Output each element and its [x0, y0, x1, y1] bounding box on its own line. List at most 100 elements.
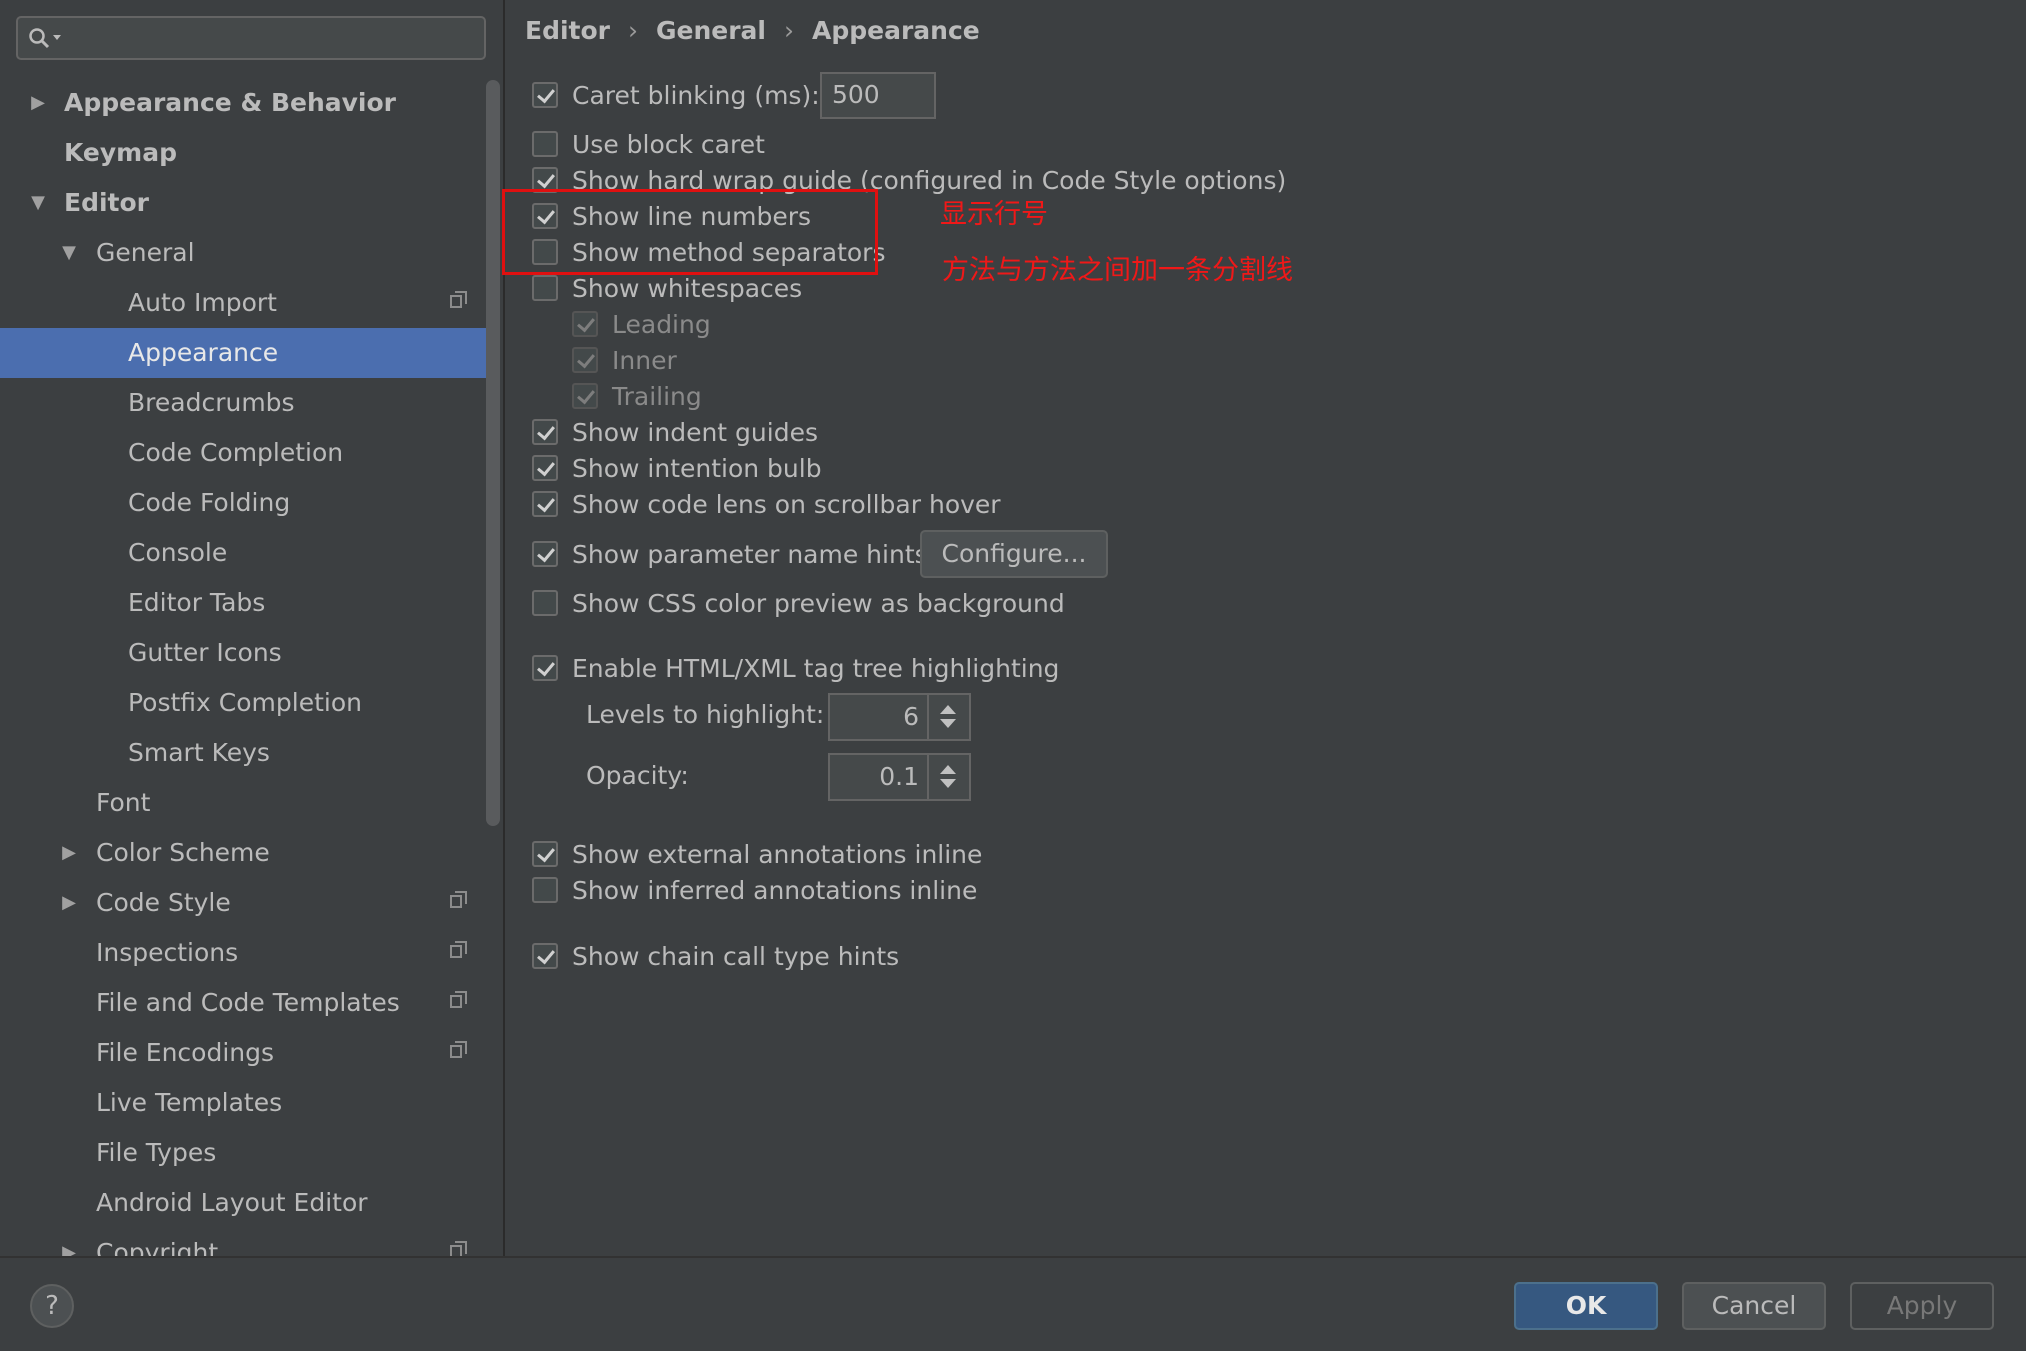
apply-button[interactable]: Apply	[1850, 1282, 1994, 1330]
tree-item-appearance[interactable]: Appearance	[0, 328, 486, 378]
levels-label: Levels to highlight:	[586, 700, 825, 729]
tree-item-label: Breadcrumbs	[128, 388, 295, 417]
collapse-arrow-icon[interactable]: ▼	[59, 228, 79, 278]
tree-item-android-layout-editor[interactable]: Android Layout Editor	[0, 1178, 486, 1228]
configure-button[interactable]: Configure...	[920, 530, 1108, 578]
tree-item-postfix-completion[interactable]: Postfix Completion	[0, 678, 486, 728]
breadcrumb-separator-icon: ›	[628, 16, 638, 45]
option-label: Show inferred annotations inline	[572, 876, 978, 905]
spinner-up-icon[interactable]	[940, 705, 956, 714]
expand-arrow-icon[interactable]: ▶	[59, 1228, 79, 1256]
spinner-down-icon[interactable]	[940, 779, 956, 788]
tree-item-general[interactable]: ▼ General	[0, 228, 486, 278]
tree-item-code-completion[interactable]: Code Completion	[0, 428, 486, 478]
tree-item-copyright[interactable]: ▶ Copyright	[0, 1228, 486, 1256]
checkbox[interactable]	[532, 275, 558, 301]
tree-item-label: Inspections	[96, 938, 239, 967]
tree-item-color-scheme[interactable]: ▶ Color Scheme	[0, 828, 486, 878]
option-label: Leading	[612, 310, 711, 339]
tree-item-font[interactable]: Font	[0, 778, 486, 828]
tree-item-code-style[interactable]: ▶ Code Style	[0, 878, 486, 928]
tree-item-file-code-templates[interactable]: File and Code Templates	[0, 978, 486, 1028]
spinner-up-icon[interactable]	[940, 765, 956, 774]
highlight-box	[502, 189, 878, 275]
checkbox[interactable]	[532, 590, 558, 616]
tree-item-label: General	[96, 238, 195, 267]
tree-item-label: Console	[128, 538, 228, 567]
checkbox[interactable]	[532, 491, 558, 517]
checkbox[interactable]	[532, 82, 558, 108]
checkbox[interactable]	[532, 419, 558, 445]
tree-item-live-templates[interactable]: Live Templates	[0, 1078, 486, 1128]
tree-item-appearance-behavior[interactable]: ▶ Appearance & Behavior	[0, 78, 486, 128]
tree-item-file-encodings[interactable]: File Encodings	[0, 1028, 486, 1078]
checkbox[interactable]	[532, 877, 558, 903]
expand-arrow-icon[interactable]: ▶	[59, 828, 79, 878]
caret-blinking-input[interactable]: 500	[820, 72, 936, 119]
tree-item-inspections[interactable]: Inspections	[0, 928, 486, 978]
checkbox[interactable]	[532, 841, 558, 867]
tree-item-label: Code Folding	[128, 488, 291, 517]
dialog-footer: ? OK Cancel Apply	[0, 1256, 2026, 1351]
tree-item-editor-tabs[interactable]: Editor Tabs	[0, 578, 486, 628]
checkbox[interactable]	[532, 655, 558, 681]
option-label: Trailing	[612, 382, 702, 411]
expand-arrow-icon[interactable]: ▶	[28, 78, 48, 128]
option-label: Show indent guides	[572, 418, 818, 447]
option-label: Show chain call type hints	[572, 942, 900, 971]
checkbox[interactable]	[572, 311, 598, 337]
tree-item-label: File Encodings	[96, 1038, 275, 1067]
opacity-label: Opacity:	[586, 761, 689, 790]
tree-item-editor[interactable]: ▼ Editor	[0, 178, 486, 228]
tree-item-label: Auto Import	[128, 288, 277, 317]
tree-item-file-types[interactable]: File Types	[0, 1128, 486, 1178]
spinner-down-icon[interactable]	[940, 719, 956, 728]
settings-tree: ▶ Appearance & Behavior Keymap ▼ Editor …	[0, 78, 486, 1256]
spinner-value: 0.1	[879, 762, 919, 791]
option-label: Show intention bulb	[572, 454, 822, 483]
annotation-line-numbers: 显示行号	[940, 199, 1048, 230]
expand-arrow-icon[interactable]: ▶	[59, 878, 79, 928]
ok-button[interactable]: OK	[1514, 1282, 1658, 1330]
tree-item-label: Editor	[64, 188, 149, 217]
tree-item-label: File Types	[96, 1138, 217, 1167]
cancel-button[interactable]: Cancel	[1682, 1282, 1826, 1330]
collapse-arrow-icon[interactable]: ▼	[28, 178, 48, 228]
tree-item-breadcrumbs[interactable]: Breadcrumbs	[0, 378, 486, 428]
spinner-value: 6	[903, 702, 919, 731]
tree-item-console[interactable]: Console	[0, 528, 486, 578]
checkbox[interactable]	[532, 131, 558, 157]
project-settings-icon	[450, 891, 467, 908]
tree-item-label: Android Layout Editor	[96, 1188, 368, 1217]
option-label: Inner	[612, 346, 677, 375]
project-settings-icon	[450, 991, 467, 1008]
sidebar-scrollbar[interactable]	[486, 80, 500, 826]
checkbox[interactable]	[532, 943, 558, 969]
breadcrumb-item: Appearance	[812, 16, 980, 45]
tree-item-code-folding[interactable]: Code Folding	[0, 478, 486, 528]
project-settings-icon	[450, 1241, 467, 1256]
opacity-spinner[interactable]: 0.1	[828, 753, 971, 801]
tree-item-smart-keys[interactable]: Smart Keys	[0, 728, 486, 778]
help-button[interactable]: ?	[30, 1284, 74, 1328]
option-label: Show whitespaces	[572, 274, 803, 303]
checkbox[interactable]	[532, 541, 558, 567]
project-settings-icon	[450, 291, 467, 308]
option-label: Show parameter name hints	[572, 540, 928, 569]
spinner-arrows[interactable]	[927, 755, 969, 799]
checkbox[interactable]	[532, 455, 558, 481]
search-field[interactable]	[16, 16, 486, 60]
tree-item-label: Code Style	[96, 888, 231, 917]
tree-item-label: Editor Tabs	[128, 588, 266, 617]
project-settings-icon	[450, 941, 467, 958]
tree-item-keymap[interactable]: Keymap	[0, 128, 486, 178]
tree-item-label: Color Scheme	[96, 838, 270, 867]
levels-spinner[interactable]: 6	[828, 693, 971, 741]
tree-item-label: File and Code Templates	[96, 988, 400, 1017]
checkbox[interactable]	[572, 347, 598, 373]
checkbox[interactable]	[572, 383, 598, 409]
spinner-arrows[interactable]	[927, 695, 969, 739]
tree-item-label: Font	[96, 788, 151, 817]
tree-item-auto-import[interactable]: Auto Import	[0, 278, 486, 328]
tree-item-gutter-icons[interactable]: Gutter Icons	[0, 628, 486, 678]
